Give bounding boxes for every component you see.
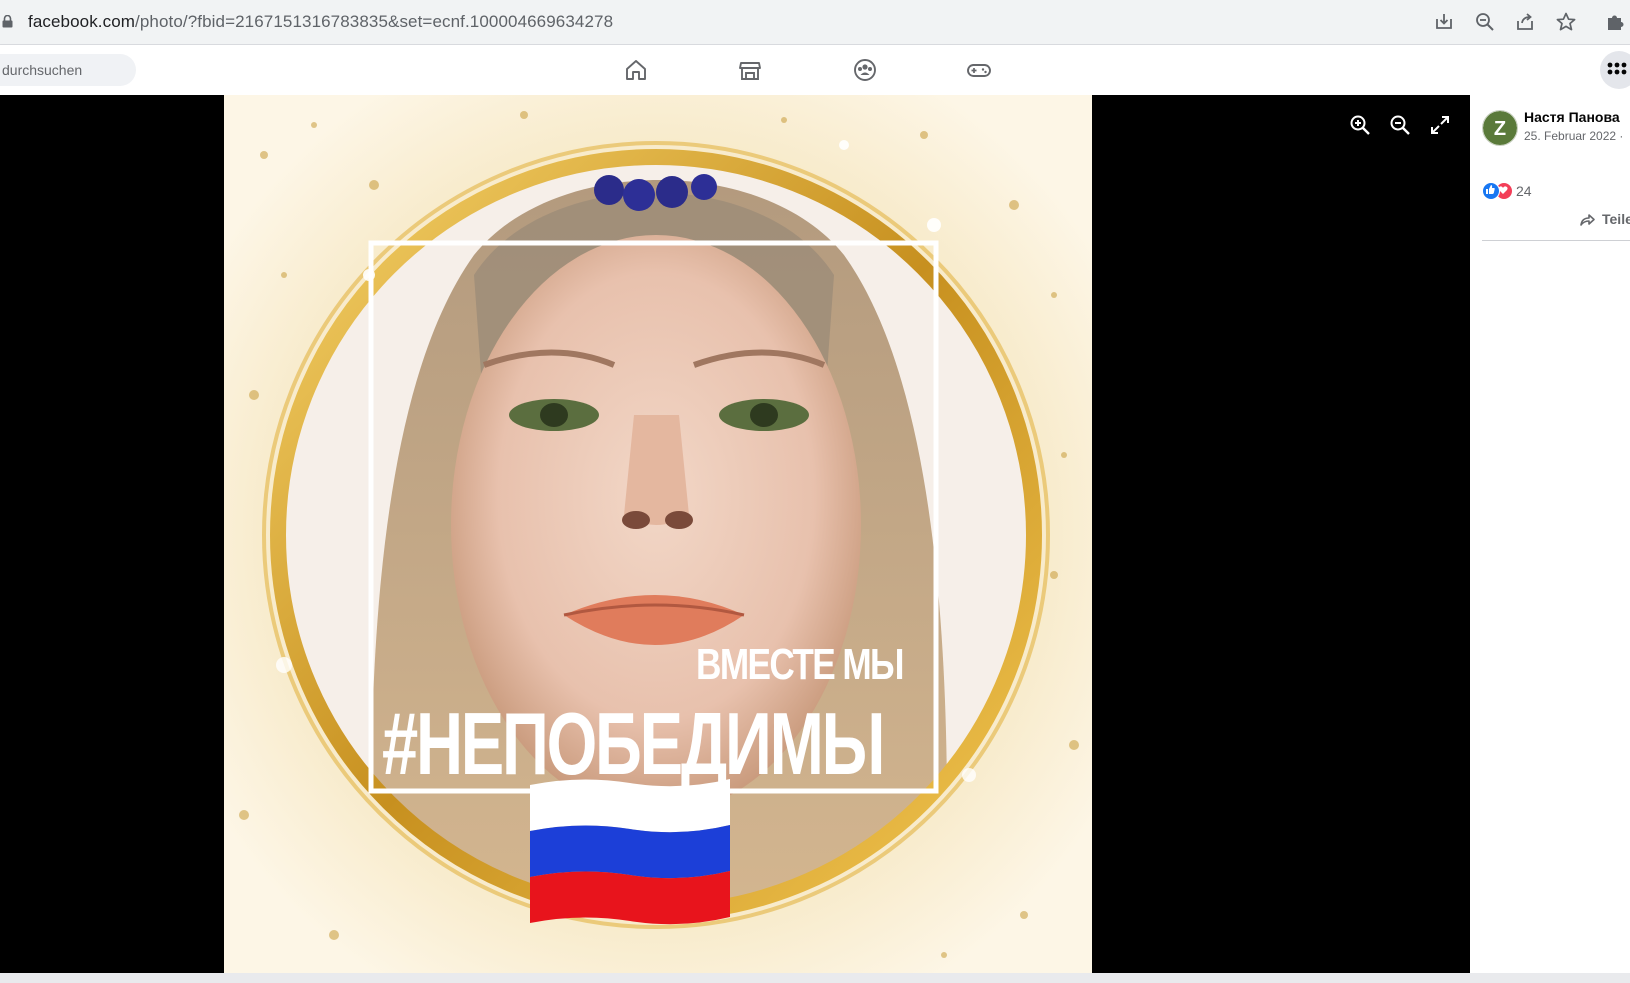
photo-text-line2: #НЕПОБЕДИМЫ: [382, 694, 885, 793]
home-icon[interactable]: [623, 57, 649, 83]
menu-button[interactable]: [1600, 51, 1630, 89]
browser-address-bar: facebook.com/photo/?fbid=216715131678383…: [0, 0, 1630, 45]
share-icon[interactable]: [1514, 11, 1536, 33]
post-date[interactable]: 25. Februar 2022 ·: [1524, 129, 1623, 143]
photo-text-line1: ВМЕСТЕ МЫ: [696, 640, 905, 689]
url-path: /photo/?fbid=2167151316783835&set=ecnf.1…: [135, 12, 614, 31]
zoom-out-icon[interactable]: [1388, 113, 1412, 137]
zoom-in-icon[interactable]: [1348, 113, 1372, 137]
download-icon[interactable]: [1433, 11, 1455, 33]
extensions-icon[interactable]: [1604, 11, 1626, 33]
share-arrow-icon: [1580, 214, 1595, 226]
avatar-letter: Z: [1494, 118, 1506, 140]
photo-viewer: ВМЕСТЕ МЫ #НЕПОБЕДИМЫ: [0, 95, 1470, 973]
zoom-out-icon[interactable]: [1474, 11, 1496, 33]
post-info-panel: Z Настя Панова 25. Februar 2022 · 24 Tei…: [1470, 95, 1630, 973]
star-icon[interactable]: [1555, 11, 1577, 33]
divider: [1482, 240, 1630, 241]
url-host: facebook.com: [28, 12, 136, 31]
gaming-icon[interactable]: [966, 57, 992, 83]
taskbar-edge: [0, 973, 1630, 983]
avatar[interactable]: Z: [1482, 110, 1518, 146]
lock-icon: [2, 15, 13, 28]
fullscreen-icon[interactable]: [1428, 113, 1452, 137]
post-author[interactable]: Настя Панова: [1524, 109, 1620, 125]
photo[interactable]: ВМЕСТЕ МЫ #НЕПОБЕДИМЫ: [224, 95, 1092, 973]
reaction-count: 24: [1516, 183, 1532, 199]
groups-icon[interactable]: [852, 57, 878, 83]
like-icon: [1482, 182, 1500, 200]
menu-grid-icon: [1607, 62, 1627, 75]
z-flag-icon: Z: [1483, 111, 1517, 145]
url-field[interactable]: facebook.com/photo/?fbid=216715131678383…: [28, 12, 613, 32]
share-label: Teilen: [1602, 211, 1630, 227]
marketplace-icon[interactable]: [737, 57, 763, 83]
facebook-top-nav: durchsuchen: [0, 45, 1630, 95]
search-placeholder: durchsuchen: [2, 62, 83, 78]
search-input[interactable]: durchsuchen: [0, 54, 136, 86]
